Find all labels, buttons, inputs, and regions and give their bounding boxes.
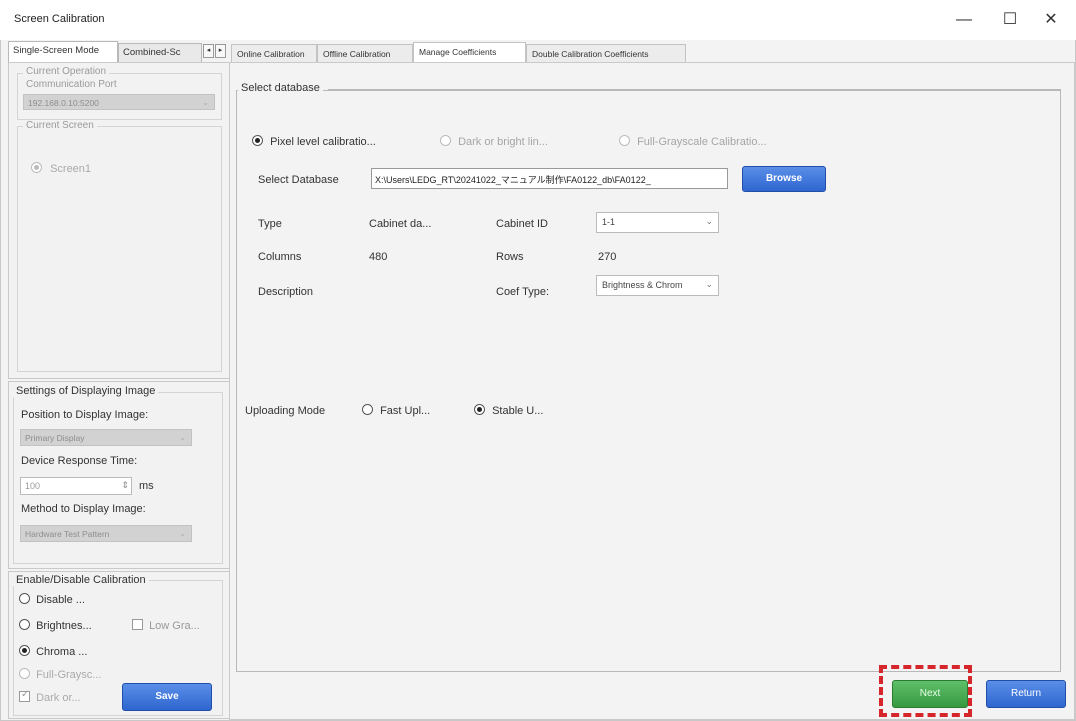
- response-time-unit: ms: [139, 480, 154, 492]
- full-grayscale-label: Full-Grayscale Calibratio...: [637, 136, 767, 148]
- rows-value: 270: [598, 251, 617, 263]
- screen1-option[interactable]: Screen1: [31, 162, 91, 175]
- low-gray-option[interactable]: Low Gra...: [132, 619, 200, 632]
- brightness-radio[interactable]: [19, 619, 30, 630]
- save-button[interactable]: Save: [122, 683, 212, 711]
- stable-upload-radio[interactable]: [474, 404, 485, 415]
- position-label: Position to Display Image:: [21, 409, 149, 421]
- display-settings-legend: Settings of Displaying Image: [13, 385, 159, 397]
- brightness-option[interactable]: Brightnes...: [19, 619, 92, 632]
- full-grayscale-option[interactable]: Full-Grayscale Calibratio...: [619, 135, 767, 148]
- type-value: Cabinet da...: [369, 218, 432, 230]
- screen1-label: Screen1: [50, 163, 92, 175]
- tab-offline-calibration[interactable]: Offline Calibration: [317, 44, 413, 62]
- pixel-level-label: Pixel level calibratio...: [270, 136, 376, 148]
- description-label: Description: [258, 286, 314, 298]
- tab-manage-coefficients[interactable]: Manage Coefficients: [413, 42, 526, 62]
- low-gray-checkbox[interactable]: [132, 619, 143, 630]
- screen1-radio[interactable]: [31, 162, 42, 173]
- dark-checkbox[interactable]: [19, 689, 30, 702]
- columns-value: 480: [369, 251, 388, 263]
- type-label: Type: [258, 218, 282, 230]
- chroma-option[interactable]: Chroma ...: [19, 645, 87, 658]
- disable-radio[interactable]: [19, 593, 30, 604]
- left-tab-strip: Single-Screen Mode Combined-Sc ◂ ▸: [8, 40, 230, 62]
- full-gray-option[interactable]: Full-Graysc...: [19, 668, 101, 681]
- pixel-level-option[interactable]: Pixel level calibratio...: [252, 135, 376, 148]
- chevron-down-icon: ⌄: [179, 529, 186, 538]
- stable-upload-option[interactable]: Stable U...: [474, 404, 543, 417]
- spinner-icon[interactable]: ⇕: [121, 480, 129, 491]
- disable-option[interactable]: Disable ...: [19, 593, 85, 606]
- display-method-select[interactable]: Hardware Test Pattern ⌄: [20, 525, 192, 542]
- cabinet-id-value: 1-1: [602, 217, 616, 227]
- window-title: Screen Calibration: [14, 13, 105, 25]
- current-screen-legend: Current Screen: [23, 120, 97, 131]
- display-position-select[interactable]: Primary Display ⌄: [20, 429, 192, 446]
- legend-divider: [328, 89, 1061, 90]
- tab-single-screen-mode[interactable]: Single-Screen Mode: [8, 41, 118, 62]
- fast-upload-radio[interactable]: [362, 404, 373, 415]
- return-button[interactable]: Return: [986, 680, 1066, 708]
- dark-bright-radio[interactable]: [440, 135, 451, 146]
- chroma-radio[interactable]: [19, 645, 30, 656]
- display-method-value: Hardware Test Pattern: [25, 529, 110, 539]
- minimize-button[interactable]: —: [944, 6, 984, 34]
- tab-online-calibration[interactable]: Online Calibration: [231, 44, 317, 62]
- select-database-label: Select Database: [258, 174, 339, 186]
- communication-port-label: Communication Port: [23, 79, 120, 90]
- coef-type-select[interactable]: Brightness & Chrom ⌄: [596, 275, 719, 296]
- response-time-label: Device Response Time:: [21, 455, 138, 467]
- uploading-mode-label: Uploading Mode: [245, 405, 326, 417]
- chroma-label: Chroma ...: [36, 646, 88, 658]
- method-label: Method to Display Image:: [21, 503, 146, 515]
- coef-type-label: Coef Type:: [496, 286, 549, 298]
- response-time-value: 100: [25, 481, 41, 491]
- chevron-down-icon: ⌄: [705, 216, 713, 226]
- disable-label: Disable ...: [36, 594, 85, 606]
- dark-bright-option[interactable]: Dark or bright lin...: [440, 135, 548, 148]
- tab-double-calibration-coefficients[interactable]: Double Calibration Coefficients: [526, 44, 686, 62]
- highlight-annotation: [879, 665, 972, 717]
- current-operation-legend: Current Operation: [23, 66, 110, 77]
- tab-combined-screen[interactable]: Combined-Sc: [118, 43, 202, 62]
- brightness-label: Brightnes...: [36, 620, 92, 632]
- screen-selection-panel: Current Operation Communication Port 192…: [8, 62, 230, 379]
- dark-bright-label: Dark or bright lin...: [458, 136, 548, 148]
- display-settings-panel: Settings of Displaying Image Position to…: [8, 381, 230, 569]
- cabinet-id-label: Cabinet ID: [496, 218, 548, 230]
- fast-upload-option[interactable]: Fast Upl...: [362, 404, 430, 417]
- columns-label: Columns: [258, 251, 302, 263]
- tab-scroll-right-icon[interactable]: ▸: [215, 44, 226, 58]
- browse-button[interactable]: Browse: [742, 166, 826, 192]
- pixel-level-radio[interactable]: [252, 135, 263, 146]
- chevron-down-icon: ⌄: [202, 98, 209, 107]
- full-gray-label: Full-Graysc...: [36, 669, 102, 681]
- response-time-input[interactable]: 100 ⇕: [20, 477, 132, 495]
- cabinet-id-select[interactable]: 1-1 ⌄: [596, 212, 719, 233]
- maximize-button[interactable]: ☐: [990, 6, 1030, 34]
- select-database-legend: Select database: [238, 82, 323, 94]
- tab-scroll-left-icon[interactable]: ◂: [203, 44, 214, 58]
- stable-upload-label: Stable U...: [492, 405, 544, 417]
- display-position-value: Primary Display: [25, 433, 85, 443]
- title-bar: Screen Calibration — ☐ ✕: [0, 0, 1076, 40]
- full-gray-radio[interactable]: [19, 668, 30, 679]
- dark-option[interactable]: Dark or...: [19, 689, 81, 704]
- chevron-down-icon: ⌄: [705, 279, 713, 289]
- full-grayscale-radio[interactable]: [619, 135, 630, 146]
- dark-label: Dark or...: [36, 692, 81, 704]
- calibration-legend: Enable/Disable Calibration: [13, 574, 149, 586]
- calibration-toggle-panel: Enable/Disable Calibration Disable ... B…: [8, 571, 230, 719]
- communication-port-value: 192.168.0.10:5200: [28, 98, 99, 108]
- rows-label: Rows: [496, 251, 524, 263]
- close-button[interactable]: ✕: [1031, 6, 1071, 34]
- coef-type-value: Brightness & Chrom: [602, 280, 683, 290]
- fast-upload-label: Fast Upl...: [380, 405, 431, 417]
- chevron-down-icon: ⌄: [179, 433, 186, 442]
- database-path-input[interactable]: X:\Users\LEDG_RT\20241022_マニュアル制作\FA0122…: [371, 168, 728, 189]
- communication-port-select[interactable]: 192.168.0.10:5200 ⌄: [23, 94, 215, 110]
- low-gray-label: Low Gra...: [149, 620, 200, 632]
